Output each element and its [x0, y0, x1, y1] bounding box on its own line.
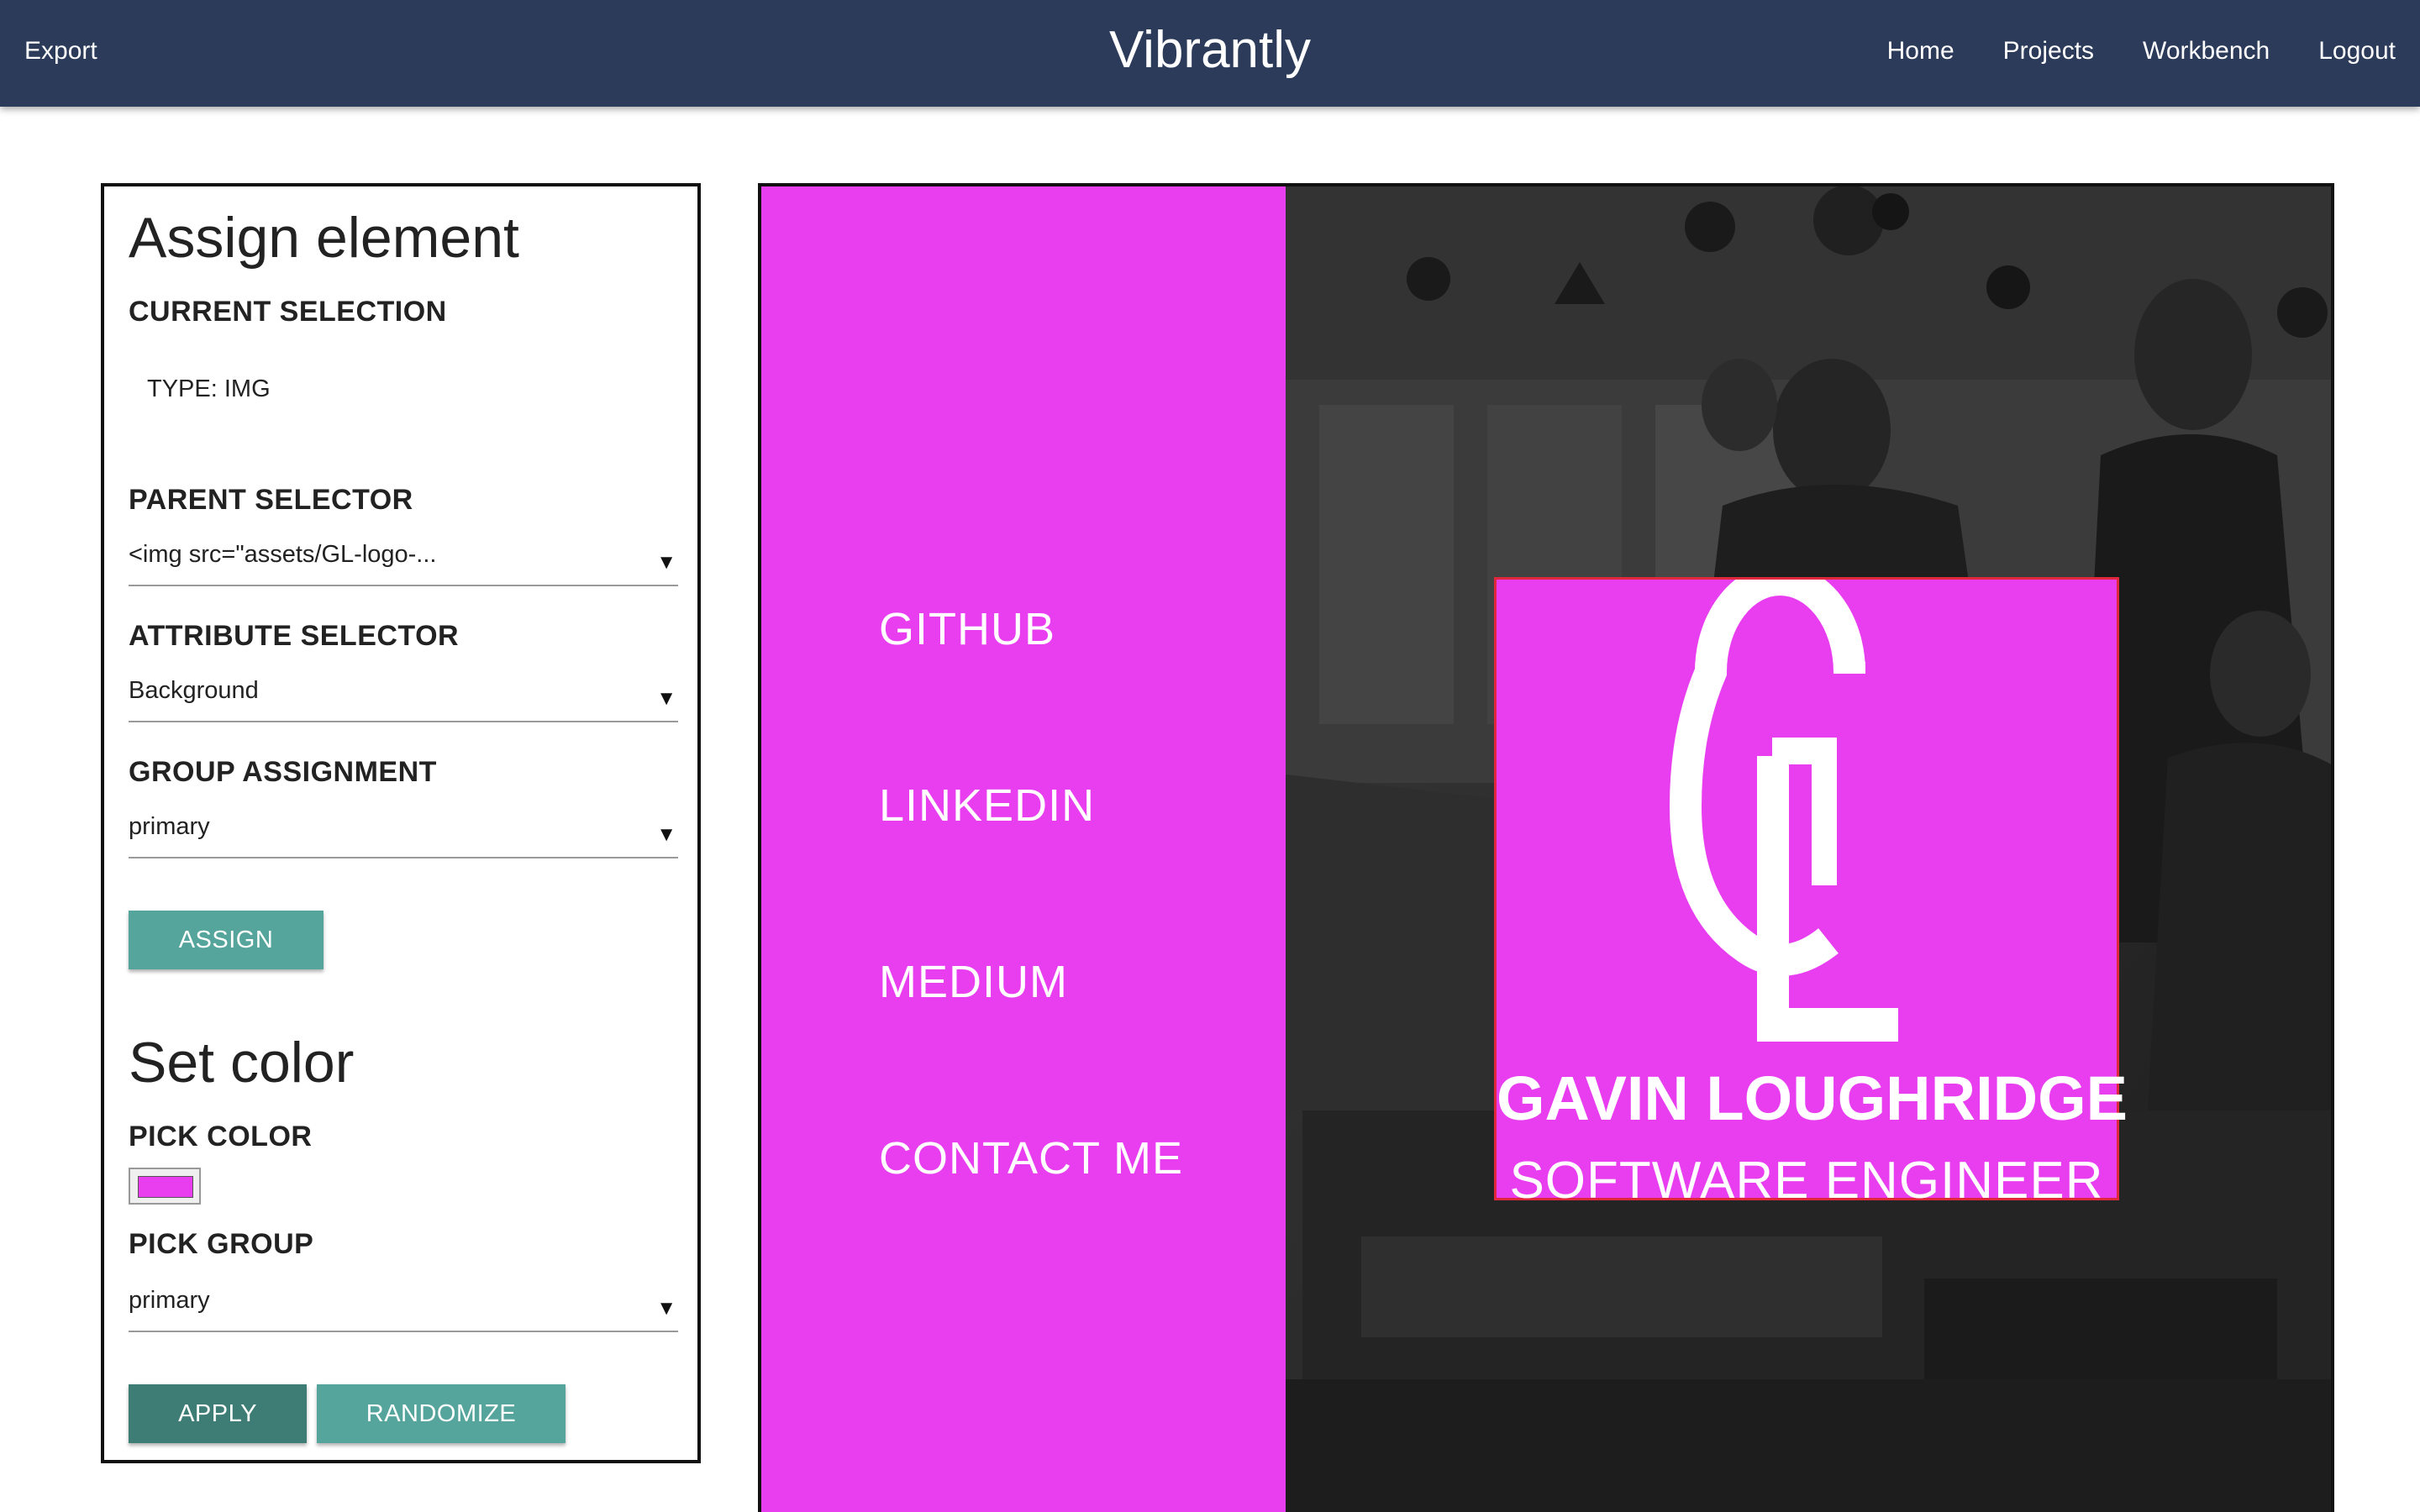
pick-group-value: primary [129, 1287, 210, 1314]
nav-logout-link[interactable]: Logout [2318, 37, 2396, 66]
parent-selector-label: PARENT SELECTOR [129, 484, 413, 516]
attribute-selector-value: Background [129, 677, 259, 704]
main-nav: Home Projects Workbench Logout [1887, 37, 2396, 66]
preview-link-github[interactable]: GITHUB [879, 603, 1055, 655]
export-link[interactable]: Export [24, 37, 97, 66]
pick-group-dropdown[interactable]: primary ▼ [129, 1278, 678, 1332]
editor-panel: Assign element CURRENT SELECTION TYPE: I… [101, 183, 701, 1463]
group-assignment-dropdown[interactable]: primary ▼ [129, 805, 678, 858]
color-picker[interactable] [129, 1168, 201, 1205]
group-assignment-value: primary [129, 813, 210, 840]
preview-name: GAVIN LOUGHRIDGE [1497, 1063, 2128, 1133]
preview-link-contact[interactable]: CONTACT ME [879, 1132, 1183, 1184]
dropdown-arrow-icon: ▼ [656, 1297, 676, 1320]
preview-link-medium[interactable]: MEDIUM [879, 956, 1068, 1008]
pick-group-label: PICK GROUP [129, 1228, 314, 1260]
dropdown-arrow-icon: ▼ [656, 823, 676, 846]
preview-sidebar[interactable]: GITHUB LINKEDIN MEDIUM CONTACT ME [761, 186, 1286, 1512]
attribute-selector-dropdown[interactable]: Background ▼ [129, 669, 678, 722]
gl-logo-icon [1669, 580, 1898, 1042]
parent-selector-dropdown[interactable]: <img src="assets/GL-logo-... ▼ [129, 533, 678, 586]
attribute-selector-label: ATTRIBUTE SELECTOR [129, 620, 460, 652]
preview-link-linkedin[interactable]: LINKEDIN [879, 780, 1095, 832]
group-assignment-label: GROUP ASSIGNMENT [129, 756, 437, 788]
top-navbar: Export Vibrantly Home Projects Workbench… [0, 0, 2420, 107]
assign-button[interactable]: ASSIGN [129, 911, 324, 969]
color-swatch [138, 1176, 193, 1198]
dropdown-arrow-icon: ▼ [656, 687, 676, 710]
randomize-button[interactable]: RANDOMIZE [317, 1384, 566, 1443]
dropdown-arrow-icon: ▼ [656, 551, 676, 574]
current-selection-label: CURRENT SELECTION [129, 296, 447, 328]
selection-type-text: TYPE: IMG [147, 375, 271, 402]
preview-role: SOFTWARE ENGINEER [1509, 1152, 2104, 1210]
nav-projects-link[interactable]: Projects [2003, 37, 2094, 66]
parent-selector-value: <img src="assets/GL-logo-... [129, 541, 437, 568]
selected-logo-element[interactable]: GAVIN LOUGHRIDGE SOFTWARE ENGINEER [1494, 577, 2128, 1210]
apply-button[interactable]: APPLY [129, 1384, 307, 1443]
nav-workbench-link[interactable]: Workbench [2143, 37, 2270, 66]
nav-home-link[interactable]: Home [1887, 37, 1954, 66]
assign-element-heading: Assign element [129, 206, 519, 270]
set-color-heading: Set color [129, 1031, 355, 1095]
pick-color-label: PICK COLOR [129, 1121, 313, 1152]
